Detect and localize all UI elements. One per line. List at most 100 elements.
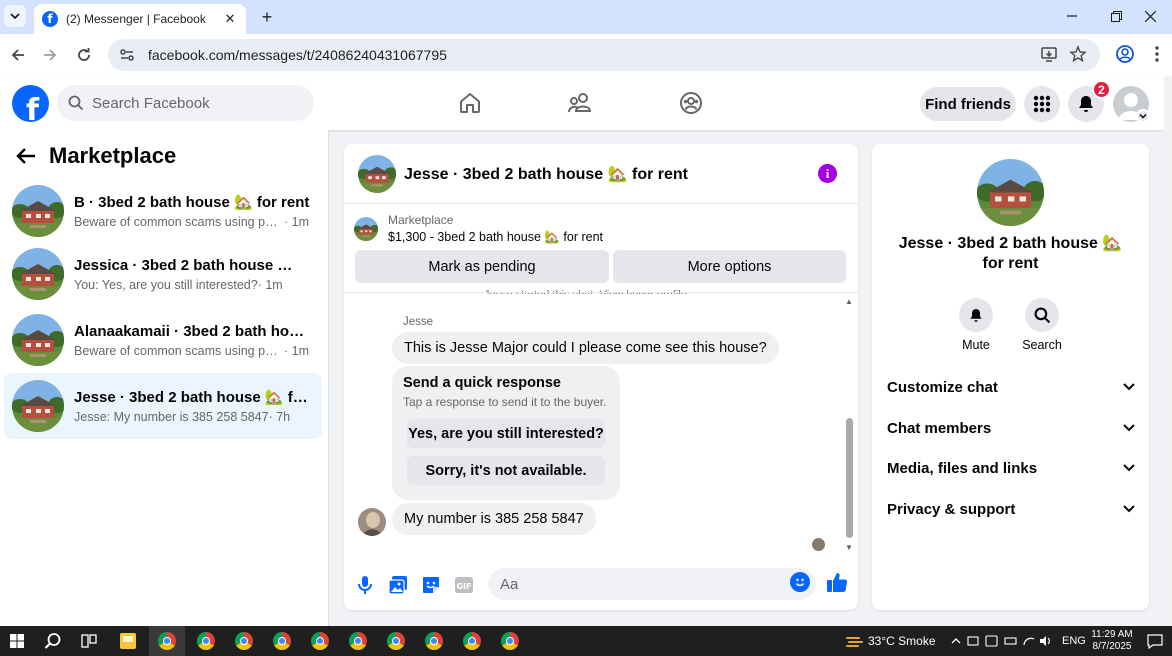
chat-divider xyxy=(344,292,858,293)
restore-icon xyxy=(1110,10,1122,22)
taskbar-search-icon[interactable] xyxy=(41,630,65,652)
notification-center-icon[interactable] xyxy=(1143,630,1167,652)
install-app-icon[interactable] xyxy=(1038,43,1060,65)
chrome-icon[interactable] xyxy=(194,630,218,652)
conversation-item[interactable]: B · 3bed 2 bath house 🏡 for rent Beware … xyxy=(4,178,322,244)
url-text: facebook.com/messages/t/2408624043106779… xyxy=(148,47,447,63)
close-tab-icon[interactable]: ✕ xyxy=(222,11,238,27)
chevron-down-icon xyxy=(1123,424,1135,432)
conversation-info-panel: Jesse · 3bed 2 bath house 🏡 for rent Mut… xyxy=(872,144,1149,610)
sender-avatar[interactable] xyxy=(358,508,386,536)
sender-name: Jesse xyxy=(403,316,434,328)
photo-icon[interactable] xyxy=(387,574,409,596)
browser-menu-icon[interactable] xyxy=(1146,43,1168,65)
more-options-button[interactable]: More options xyxy=(613,250,846,283)
taskbar-clock[interactable]: 11:29 AM 8/7/2025 xyxy=(1086,629,1138,653)
quick-response-title: Send a quick response xyxy=(403,375,561,391)
browser-profile-icon[interactable] xyxy=(1114,43,1136,65)
chevron-down-icon xyxy=(1123,505,1135,513)
minimize-button[interactable] xyxy=(1050,0,1094,32)
account-chevron-down-icon[interactable] xyxy=(1136,109,1150,123)
weather-text[interactable]: 33°C Smoke xyxy=(868,626,936,656)
windows-start-icon[interactable] xyxy=(5,630,29,652)
message-bubble: This is Jesse Major could I please come … xyxy=(392,332,779,364)
facebook-logo-icon[interactable]: f xyxy=(12,85,49,122)
mute-button[interactable]: Mute xyxy=(946,298,1006,352)
search-conversation-button[interactable]: Search xyxy=(1012,298,1072,352)
svg-text:GIF: GIF xyxy=(456,582,471,591)
menu-button[interactable] xyxy=(1024,86,1060,122)
gif-icon[interactable]: GIF xyxy=(453,574,475,596)
minimize-icon xyxy=(1067,15,1077,17)
grid-menu-icon xyxy=(1033,95,1051,113)
chrome-icon[interactable] xyxy=(270,630,294,652)
scroll-down-arrow-icon[interactable]: ▼ xyxy=(844,542,854,552)
info-icon[interactable]: i xyxy=(818,164,837,183)
privacy-support-section[interactable]: Privacy & support xyxy=(887,497,1135,521)
chat-scrollbar-thumb[interactable] xyxy=(846,418,853,538)
back-button[interactable] xyxy=(6,43,30,67)
reload-button[interactable] xyxy=(72,43,96,67)
chrome-icon[interactable] xyxy=(232,630,256,652)
sticky-notes-icon[interactable] xyxy=(116,630,140,652)
facebook-search[interactable] xyxy=(57,85,314,121)
search-icon xyxy=(68,95,84,111)
system-tray-icons[interactable] xyxy=(950,626,1054,656)
mark-as-pending-button[interactable]: Mark as pending xyxy=(355,250,609,283)
listing-summary[interactable]: Marketplace $1,300 - 3bed 2 bath house 🏡… xyxy=(354,212,603,246)
conversation-item-active[interactable]: Jesse · 3bed 2 bath house 🏡 for r... Jes… xyxy=(4,373,322,439)
conversation-item[interactable]: Jessica · 3bed 2 bath house 🏡 for ... Yo… xyxy=(4,241,322,307)
scroll-up-arrow-icon[interactable]: ▲ xyxy=(844,296,854,306)
microphone-icon[interactable] xyxy=(354,574,376,596)
chat-members-section[interactable]: Chat members xyxy=(887,416,1135,440)
section-label: Media, files and links xyxy=(887,459,1038,477)
chrome-icon[interactable] xyxy=(346,630,370,652)
emoji-icon[interactable] xyxy=(790,572,810,592)
task-view-icon[interactable] xyxy=(77,630,101,652)
forward-button[interactable] xyxy=(38,43,62,67)
mute-label: Mute xyxy=(962,338,990,352)
media-files-links-section[interactable]: Media, files and links xyxy=(887,456,1135,480)
thumbs-up-icon[interactable] xyxy=(826,571,848,593)
browser-tab-messenger[interactable]: f (2) Messenger | Facebook ✕ xyxy=(34,4,246,34)
chat-house-thumbnail[interactable] xyxy=(358,155,396,193)
chrome-icon[interactable] xyxy=(498,630,522,652)
marketplace-sidebar: Marketplace B · 3bed 2 bath house 🏡 for … xyxy=(0,130,329,626)
home-nav-button[interactable] xyxy=(455,88,485,118)
conversation-item[interactable]: Alanaakamaii · 3bed 2 bath house ... Bew… xyxy=(4,307,322,373)
quick-reply-button[interactable]: Sorry, it's not available. xyxy=(407,456,605,485)
house-thumbnail xyxy=(12,314,64,366)
chrome-icon[interactable] xyxy=(422,630,446,652)
friends-nav-button[interactable] xyxy=(565,88,595,118)
chrome-icon[interactable] xyxy=(460,630,484,652)
weather-icon[interactable] xyxy=(843,630,867,652)
arrow-right-icon xyxy=(44,49,57,61)
message-input[interactable] xyxy=(500,575,770,593)
listing-label: Marketplace xyxy=(388,213,454,227)
tab-search-button[interactable] xyxy=(4,5,26,27)
quick-response-subtitle: Tap a response to send it to the buyer. xyxy=(403,395,607,409)
back-arrow-icon[interactable] xyxy=(12,142,40,170)
find-friends-button[interactable]: Find friends xyxy=(920,87,1016,121)
address-bar[interactable]: facebook.com/messages/t/2408624043106779… xyxy=(108,39,1100,71)
bookmark-star-icon[interactable] xyxy=(1067,43,1089,65)
site-settings-icon[interactable] xyxy=(118,46,136,64)
groups-nav-button[interactable] xyxy=(676,88,706,118)
house-thumbnail xyxy=(12,185,64,237)
chrome-icon[interactable] xyxy=(384,630,408,652)
chat-title[interactable]: Jesse · 3bed 2 bath house 🏡 for rent xyxy=(404,164,688,184)
notification-count-badge: 2 xyxy=(1092,80,1111,99)
house-thumbnail xyxy=(12,380,64,432)
new-tab-button[interactable]: + xyxy=(256,6,278,28)
chrome-icon[interactable] xyxy=(308,630,332,652)
house-thumbnail xyxy=(12,248,64,300)
quick-reply-button[interactable]: Yes, are you still interested? xyxy=(407,419,605,448)
sticker-icon[interactable] xyxy=(420,574,442,596)
customize-chat-section[interactable]: Customize chat xyxy=(887,375,1135,399)
facebook-search-input[interactable] xyxy=(92,94,292,112)
chrome-icon[interactable] xyxy=(155,630,179,652)
input-language[interactable]: ENG xyxy=(1062,626,1086,656)
message-input-box[interactable] xyxy=(488,568,816,600)
close-window-button[interactable] xyxy=(1128,0,1172,32)
page-scrollbar[interactable] xyxy=(1164,76,1172,626)
